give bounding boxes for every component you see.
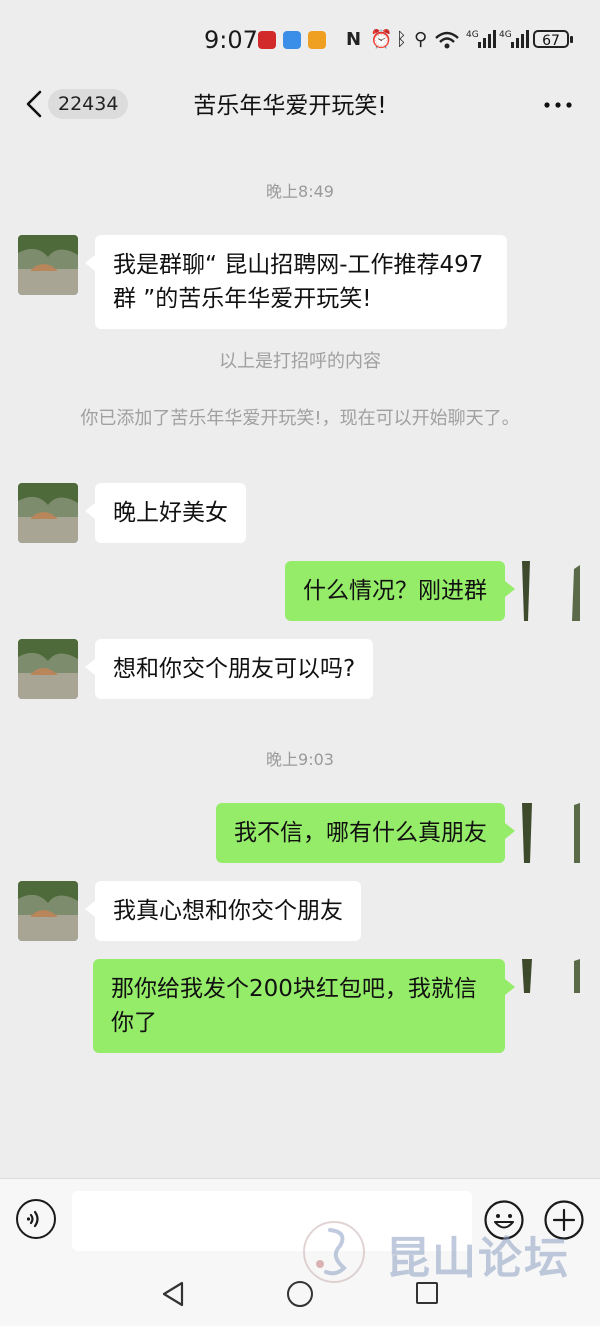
chat-title: 苦乐年华爱开玩笑! [193, 93, 387, 119]
status-time: 9:07 [204, 26, 258, 54]
contact-avatar[interactable] [18, 235, 78, 295]
status-bar: 9:07 N ⏰ ᛒ ⚲ 4G 4G 67 [0, 0, 600, 80]
system-message: 你已添加了苦乐年华爱开玩笑!，现在可以开始聊天了。 [80, 408, 520, 429]
contact-avatar[interactable] [18, 639, 78, 699]
outgoing-message[interactable]: 我不信，哪有什么真朋友 [216, 803, 515, 863]
outgoing-message[interactable]: 那你给我发个200块红包吧，我就信你了 [93, 959, 515, 1053]
watermark-logo-icon [303, 1221, 365, 1283]
alarm-icon: ⏰ [370, 29, 393, 50]
self-avatar[interactable] [520, 959, 582, 1019]
watermark: 昆山论坛 [298, 1216, 598, 1288]
watermark-text: 昆山论坛 [386, 1233, 570, 1284]
self-avatar[interactable] [520, 561, 582, 621]
signal-4g-icon: 4G [499, 30, 529, 48]
nfc-icon: N [346, 29, 362, 50]
bluetooth-icon: ᛒ [396, 29, 407, 50]
outgoing-message[interactable]: 什么情况？刚进群 [285, 561, 515, 621]
battery-indicator: 67 [533, 30, 573, 49]
signal-4g-icon: 4G [466, 30, 496, 48]
voice-icon [26, 1210, 39, 1228]
more-options-icon[interactable] [544, 102, 572, 108]
voice-input-button[interactable] [16, 1199, 56, 1239]
incoming-message[interactable]: 想和你交个朋友可以吗? [84, 639, 374, 699]
incoming-message[interactable]: 我是群聊“ 昆山招聘网-工作推荐497群 ”的苦乐年华爱开玩笑! [85, 235, 507, 329]
self-avatar[interactable] [520, 803, 582, 863]
message-timestamp: 晚上9:03 [266, 750, 334, 769]
message-timestamp: 晚上8:49 [266, 182, 334, 201]
app-notification-icon [308, 31, 326, 49]
nav-back-icon[interactable] [160, 1280, 186, 1308]
message-list[interactable]: 晚上8:49 我是群聊“ 昆山招聘网-工作推荐497群 ”的苦乐年华爱开玩笑! … [0, 150, 600, 1178]
system-message: 以上是打招呼的内容 [219, 351, 381, 372]
wifi-icon [435, 31, 459, 49]
location-icon: ⚲ [414, 29, 428, 50]
chat-header: 22434 苦乐年华爱开玩笑! [0, 80, 600, 130]
incoming-message[interactable]: 我真心想和你交个朋友 [85, 881, 361, 941]
app-notification-icon [258, 31, 276, 49]
contact-avatar[interactable] [18, 881, 78, 941]
app-notification-icon [283, 31, 301, 49]
signal-network-label: 4G [466, 30, 479, 40]
contact-avatar[interactable] [18, 483, 78, 543]
incoming-message[interactable]: 晚上好美女 [85, 483, 246, 543]
signal-network-label: 4G [499, 30, 512, 40]
